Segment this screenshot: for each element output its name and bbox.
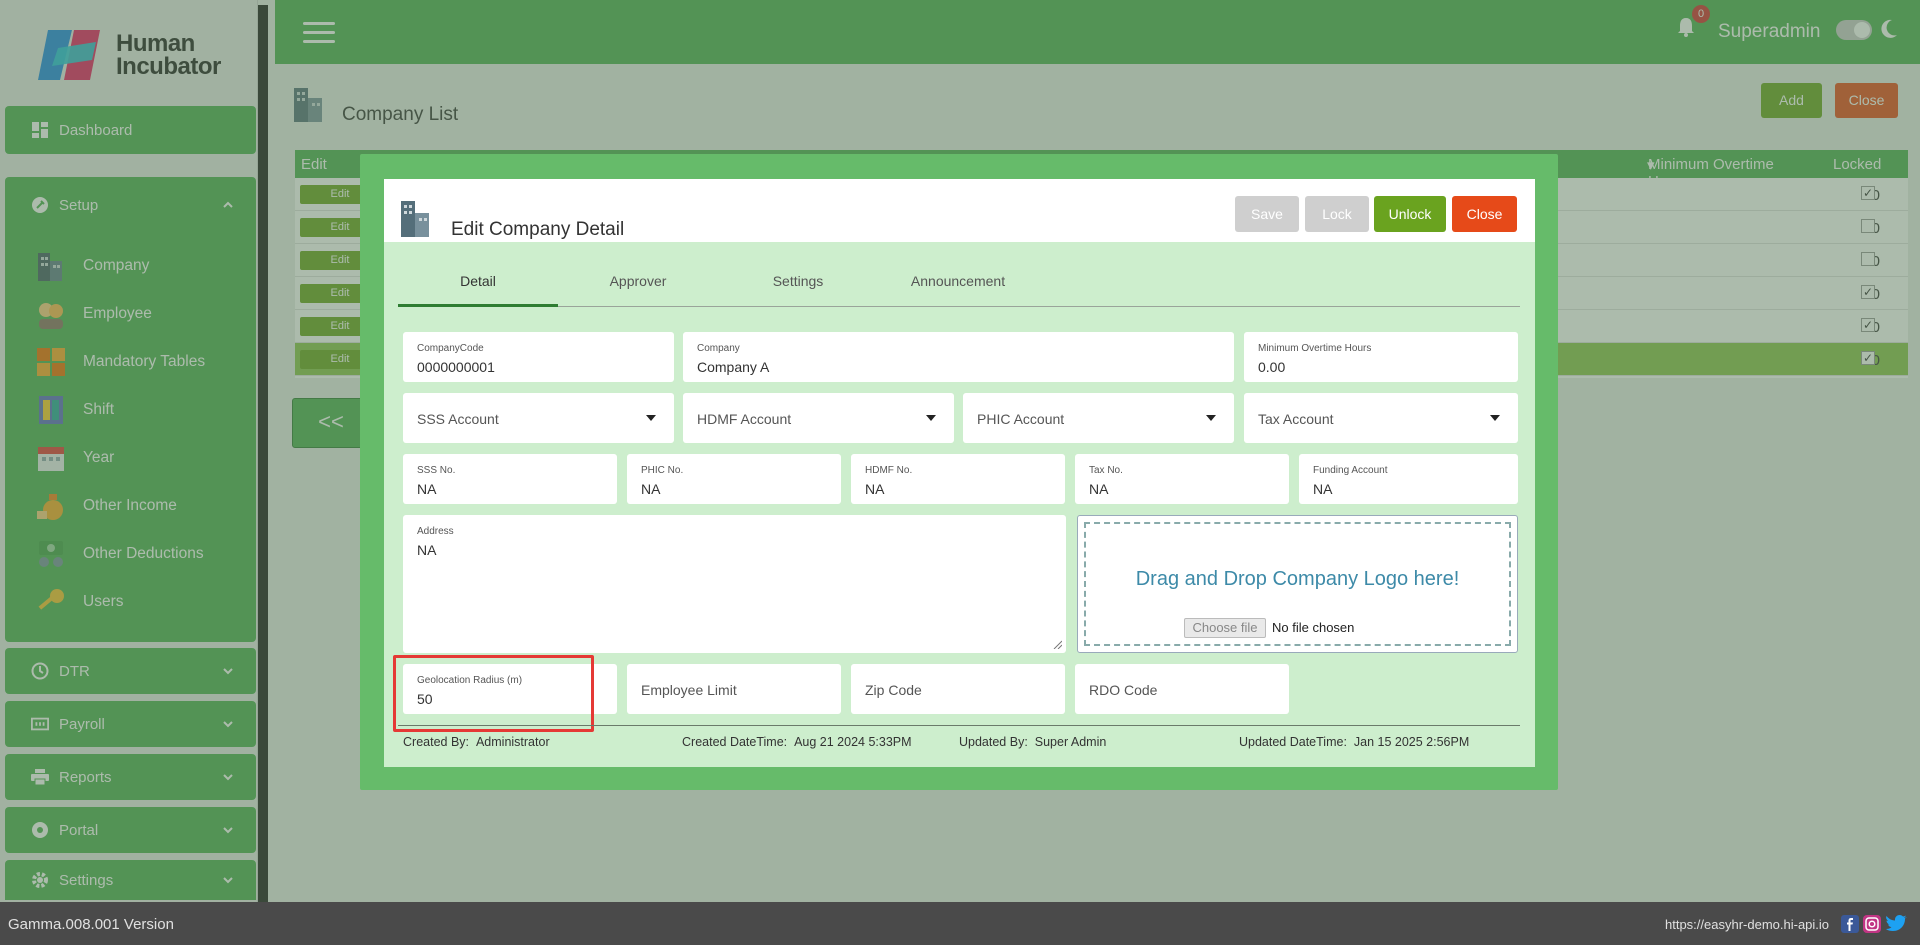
sss-account-select[interactable]: SSS Account [403, 393, 674, 443]
caret-down-icon [646, 415, 656, 421]
building-icon [401, 201, 429, 237]
phic-no-field[interactable]: PHIC No. NA [627, 454, 841, 504]
rdo-code-field[interactable]: RDO Code [1075, 664, 1289, 714]
tab-approver[interactable]: Approver [558, 267, 718, 307]
company-name-field[interactable]: Company Company A [683, 332, 1234, 382]
updated-datetime: Updated DateTime: Jan 15 2025 2:56PM [1239, 735, 1470, 749]
tax-account-select[interactable]: Tax Account [1244, 393, 1518, 443]
funding-account-field[interactable]: Funding Account NA [1299, 454, 1518, 504]
highlight-box [393, 655, 594, 732]
app-footer: Gamma.008.001 Version https://easyhr-dem… [0, 902, 1920, 945]
divider [398, 725, 1520, 726]
edit-company-modal: Edit Company Detail Save Lock Unlock Clo… [384, 179, 1535, 767]
employee-limit-field[interactable]: Employee Limit [627, 664, 841, 714]
modal-tabs: Detail Approver Settings Announcement [398, 267, 1520, 307]
lock-button[interactable]: Lock [1305, 196, 1369, 232]
instagram-icon[interactable] [1863, 915, 1881, 933]
resize-handle-icon[interactable] [1052, 639, 1062, 649]
site-url[interactable]: https://easyhr-demo.hi-api.io [1665, 917, 1829, 932]
caret-down-icon [1490, 415, 1500, 421]
save-button[interactable]: Save [1235, 196, 1299, 232]
updated-by: Updated By: Super Admin [959, 735, 1107, 749]
close-modal-button[interactable]: Close [1452, 196, 1517, 232]
logo-dropzone[interactable]: Drag and Drop Company Logo here! Choose … [1077, 515, 1518, 653]
dropzone-text: Drag and Drop Company Logo here! [1135, 568, 1460, 590]
company-code-field[interactable]: CompanyCode 0000000001 [403, 332, 674, 382]
hdmf-account-select[interactable]: HDMF Account [683, 393, 954, 443]
file-status: No file chosen [1272, 620, 1355, 635]
address-textarea[interactable]: Address NA [403, 515, 1066, 653]
phic-account-select[interactable]: PHIC Account [963, 393, 1234, 443]
twitter-icon[interactable] [1886, 915, 1908, 933]
zip-code-field[interactable]: Zip Code [851, 664, 1065, 714]
caret-down-icon [926, 415, 936, 421]
caret-down-icon [1206, 415, 1216, 421]
created-by: Created By: Administrator [403, 735, 550, 749]
facebook-icon[interactable] [1841, 915, 1859, 933]
tax-no-field[interactable]: Tax No. NA [1075, 454, 1289, 504]
unlock-button[interactable]: Unlock [1374, 196, 1446, 232]
tab-detail[interactable]: Detail [398, 267, 558, 307]
sss-no-field[interactable]: SSS No. NA [403, 454, 617, 504]
min-overtime-hours-field[interactable]: Minimum Overtime Hours 0.00 [1244, 332, 1518, 382]
hdmf-no-field[interactable]: HDMF No. NA [851, 454, 1065, 504]
version-label: Gamma.008.001 Version [8, 916, 174, 933]
modal-header: Edit Company Detail Save Lock Unlock Clo… [384, 179, 1535, 242]
tab-settings[interactable]: Settings [718, 267, 878, 307]
modal-title: Edit Company Detail [451, 219, 625, 240]
tab-announcement[interactable]: Announcement [878, 267, 1038, 307]
choose-file-button[interactable]: Choose file [1184, 618, 1266, 638]
created-datetime: Created DateTime: Aug 21 2024 5:33PM [682, 735, 912, 749]
